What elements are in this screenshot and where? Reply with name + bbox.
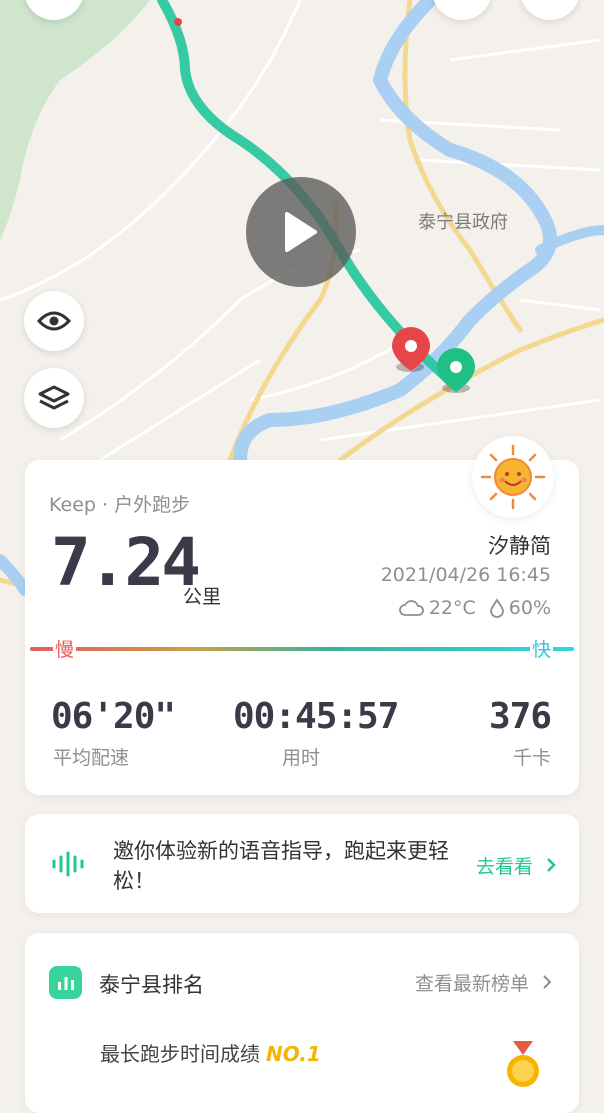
humidity-icon: [489, 598, 504, 618]
ranking-title: 泰宁县排名: [99, 973, 204, 997]
chevron-right-icon: [543, 975, 552, 989]
voice-guide-promo-card[interactable]: 邀你体验新的语音指导，跑起来更轻松！ 去看看: [25, 814, 579, 913]
cloud-icon: [398, 600, 424, 616]
place-label: 泰宁县政府: [418, 212, 508, 232]
user-name: 汐静简: [488, 534, 551, 558]
workout-datetime: 2021/04/26 16:45: [380, 564, 551, 586]
promo-text: 邀你体验新的语音指导，跑起来更轻松！: [113, 839, 449, 893]
sun-icon: [480, 444, 546, 510]
play-icon: [285, 212, 317, 252]
pace-gradient-bar: [30, 647, 574, 651]
avg-pace-value: 06'20": [51, 696, 176, 737]
eye-icon: [37, 311, 71, 331]
weather-info: 22°C 60%: [398, 597, 551, 619]
duration-value: 00:45:57: [233, 696, 399, 737]
promo-link[interactable]: 去看看: [476, 852, 557, 879]
play-button[interactable]: [246, 177, 356, 287]
ranking-card: 泰宁县排名 查看最新榜单 最长跑步时间成绩 NO.1: [25, 933, 579, 1113]
distance-value: 7.24: [51, 524, 201, 601]
ranking-item[interactable]: 最长跑步时间成绩 NO.1: [100, 1038, 321, 1067]
distance-unit: 公里: [183, 586, 222, 608]
duration-label: 用时: [282, 747, 321, 769]
fast-label: 快: [529, 635, 553, 662]
calories-value: 376: [488, 696, 552, 737]
medal-icon: [507, 1041, 539, 1087]
visibility-toggle-button[interactable]: [24, 291, 84, 351]
ranking-item-text: 最长跑步时间成绩: [100, 1042, 260, 1066]
view-latest-ranking-label: 查看最新榜单: [414, 973, 529, 995]
view-latest-ranking-link[interactable]: 查看最新榜单: [415, 969, 553, 996]
sunny-weather-badge: [472, 436, 554, 518]
map-layers-button[interactable]: [24, 368, 84, 428]
ranking-item-rank: NO.1: [266, 1042, 321, 1066]
ranking-chart-icon: [49, 966, 82, 999]
chevron-right-icon: [547, 858, 556, 872]
calories-label: 千卡: [512, 747, 551, 769]
humidity-value: 60%: [508, 597, 551, 619]
promo-link-label: 去看看: [475, 856, 533, 878]
workout-source: Keep · 户外跑步: [49, 494, 191, 516]
temperature-value: 22°C: [428, 597, 476, 619]
slow-label: 慢: [53, 635, 77, 662]
voice-wave-icon: [52, 851, 84, 877]
avg-pace-label: 平均配速: [53, 747, 130, 769]
layers-icon: [38, 385, 70, 410]
